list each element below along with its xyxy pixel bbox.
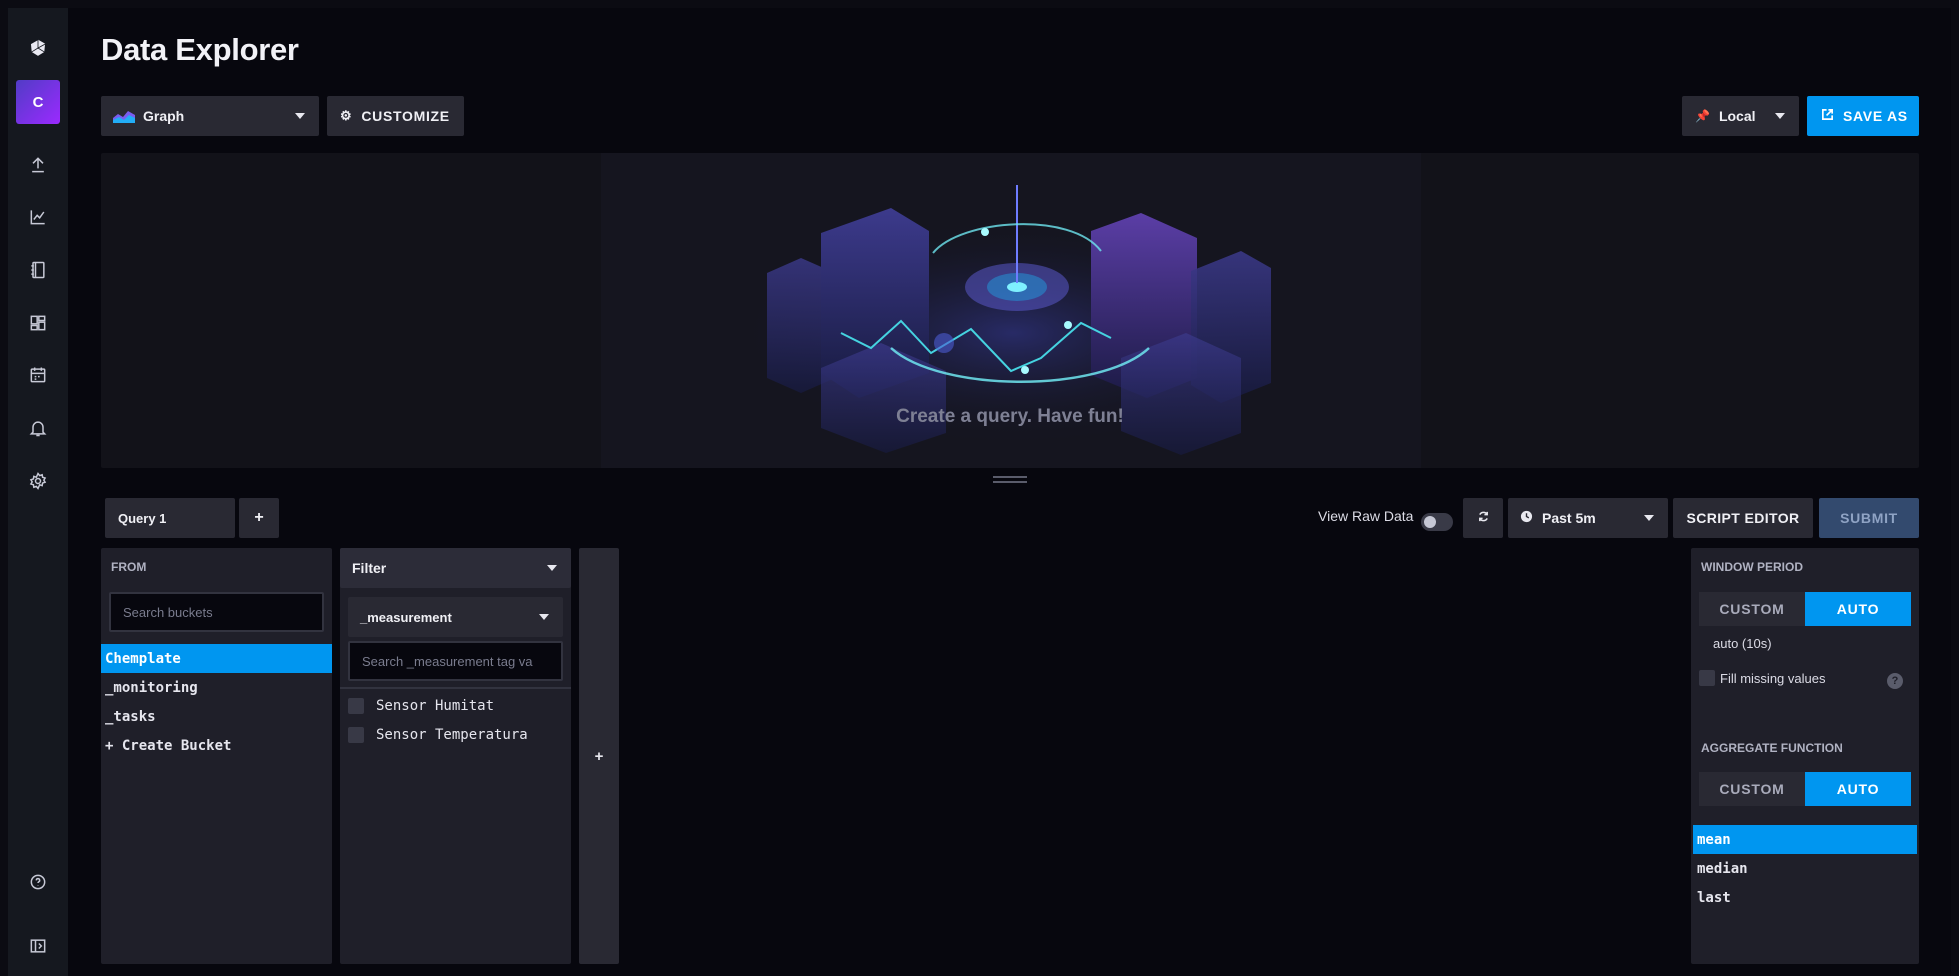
clock-icon: [1520, 510, 1533, 526]
window-custom-button[interactable]: CUSTOM: [1699, 592, 1805, 626]
add-filter-button[interactable]: +: [579, 548, 619, 964]
customize-button[interactable]: ⚙ CUSTOMIZE: [327, 96, 464, 136]
notebook-icon[interactable]: [8, 250, 68, 290]
tag-value-list: Sensor Humitat Sensor Temperatura: [344, 691, 567, 749]
window-auto-button[interactable]: AUTO: [1805, 592, 1911, 626]
from-label: FROM: [111, 560, 147, 574]
empty-state-message: Create a query. Have fun!: [896, 406, 1124, 427]
fill-missing-option[interactable]: Fill missing values: [1699, 670, 1825, 686]
tag-value-item[interactable]: Sensor Humitat: [344, 691, 567, 720]
upload-icon[interactable]: [8, 145, 68, 185]
visualization-type-label: Graph: [143, 108, 185, 124]
fill-missing-label: Fill missing values: [1720, 670, 1826, 686]
bucket-item-monitoring[interactable]: _monitoring: [101, 673, 332, 702]
export-icon: [1821, 108, 1834, 124]
resize-handle[interactable]: [993, 476, 1027, 483]
aggregate-function-list: mean median last: [1693, 825, 1917, 912]
org-avatar[interactable]: C: [16, 80, 60, 124]
submit-button[interactable]: SUBMIT: [1819, 498, 1919, 538]
tab-query-1[interactable]: Query 1: [105, 498, 235, 538]
from-panel: FROM Search buckets Chemplate _monitorin…: [101, 548, 332, 964]
logo-icon[interactable]: [8, 28, 68, 68]
graph-panel: Create a query. Have fun!: [101, 153, 1919, 468]
help-icon[interactable]: ?: [1887, 673, 1903, 689]
function-item-mean[interactable]: mean: [1693, 825, 1917, 854]
refresh-icon: [1477, 510, 1490, 526]
fill-missing-checkbox[interactable]: [1699, 670, 1715, 686]
checkbox[interactable]: [348, 726, 364, 743]
search-buckets-input[interactable]: Search buckets: [109, 592, 324, 632]
time-range-label: Past 5m: [1542, 510, 1596, 526]
query-tab-label: Query 1: [118, 510, 167, 526]
tag-value-label: Sensor Temperatura: [376, 726, 528, 743]
tag-value-label: Sensor Humitat: [376, 697, 495, 714]
aggregate-panel: WINDOW PERIOD CUSTOM AUTO auto (10s) Fil…: [1691, 548, 1919, 964]
filter-label: Filter: [352, 560, 387, 576]
visualization-type-dropdown[interactable]: Graph: [101, 96, 319, 136]
tag-key-label: _measurement: [360, 609, 452, 625]
bucket-item-tasks[interactable]: _tasks: [101, 702, 332, 731]
window-period-label: WINDOW PERIOD: [1701, 560, 1803, 574]
chevron-down-icon: [295, 113, 305, 119]
view-raw-data-toggle[interactable]: [1421, 513, 1453, 531]
filter-function-dropdown[interactable]: Filter: [340, 548, 571, 588]
chevron-down-icon: [1644, 515, 1654, 521]
add-query-button[interactable]: +: [239, 498, 279, 538]
refresh-button[interactable]: [1463, 498, 1503, 538]
data-explorer-icon[interactable]: [8, 197, 68, 237]
bucket-item-chemplate[interactable]: Chemplate: [101, 644, 332, 673]
time-range-dropdown[interactable]: Past 5m: [1508, 498, 1668, 538]
timezone-dropdown[interactable]: 📌 Local: [1682, 96, 1799, 136]
chevron-down-icon: [539, 614, 549, 620]
tag-key-dropdown[interactable]: _measurement: [348, 597, 563, 637]
tasks-icon[interactable]: [8, 355, 68, 395]
help-icon[interactable]: [8, 862, 68, 902]
chevron-down-icon: [547, 565, 557, 571]
customize-label: CUSTOMIZE: [361, 108, 450, 124]
search-tag-values-input[interactable]: Search _measurement tag va: [348, 641, 563, 681]
script-editor-button[interactable]: SCRIPT EDITOR: [1673, 498, 1813, 538]
aggregate-auto-button[interactable]: AUTO: [1805, 772, 1911, 806]
page-title: Data Explorer: [101, 32, 299, 67]
window-period-toggle: CUSTOM AUTO: [1699, 592, 1911, 626]
sidebar-nav: C: [8, 8, 68, 976]
save-as-label: SAVE AS: [1843, 108, 1908, 124]
view-raw-data-label: View Raw Data: [1318, 508, 1414, 524]
dashboards-icon[interactable]: [8, 303, 68, 343]
gear-icon: ⚙: [340, 108, 353, 123]
collapse-sidebar-icon[interactable]: [8, 926, 68, 966]
divider: [340, 687, 571, 689]
aggregate-function-label: AGGREGATE FUNCTION: [1701, 741, 1843, 755]
create-bucket-link[interactable]: + Create Bucket: [101, 731, 332, 760]
save-as-button[interactable]: SAVE AS: [1807, 96, 1919, 136]
bucket-list: Chemplate _monitoring _tasks + Create Bu…: [101, 644, 332, 760]
window-period-value: auto (10s): [1713, 636, 1772, 651]
pin-icon: 📌: [1695, 109, 1710, 123]
function-item-median[interactable]: median: [1693, 854, 1917, 883]
aggregate-function-toggle: CUSTOM AUTO: [1699, 772, 1911, 806]
tag-value-item[interactable]: Sensor Temperatura: [344, 720, 567, 749]
aggregate-custom-button[interactable]: CUSTOM: [1699, 772, 1805, 806]
bell-icon[interactable]: [8, 408, 68, 448]
app-window: C Data Explorer Graph ⚙ CUSTOMIZE 📌 Loca…: [8, 8, 1951, 976]
checkbox[interactable]: [348, 697, 364, 714]
gear-icon[interactable]: [8, 461, 68, 501]
graph-type-icon: [113, 109, 135, 123]
function-item-last[interactable]: last: [1693, 883, 1917, 912]
chevron-down-icon: [1775, 113, 1785, 119]
filter-panel: Filter _measurement Search _measurement …: [340, 548, 571, 964]
timezone-label: Local: [1718, 108, 1756, 124]
